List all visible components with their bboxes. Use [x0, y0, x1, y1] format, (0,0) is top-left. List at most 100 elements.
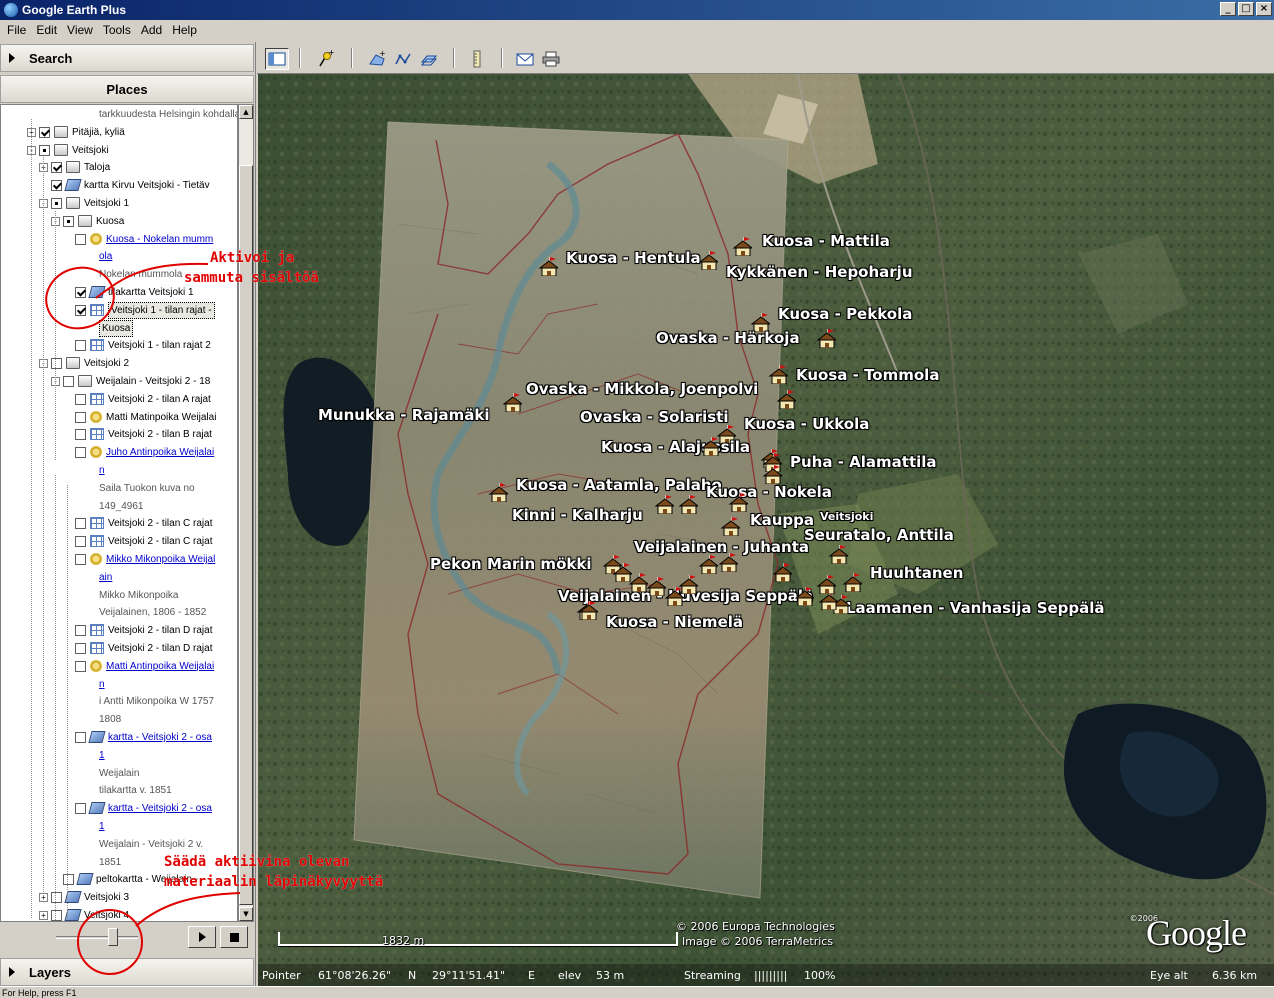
- tree-row[interactable]: kartta - Veitsjoki 2 - osa: [63, 800, 212, 817]
- tree-item-label[interactable]: Juho Antinpoika Weijalai: [106, 444, 214, 459]
- placemark-label[interactable]: Ovaska - Härkoja: [656, 329, 800, 347]
- tree-row[interactable]: Weijalain: [99, 765, 139, 782]
- house-placemark-icon[interactable]: [698, 554, 718, 574]
- tree-item-label[interactable]: Veitsjoki 3: [84, 889, 129, 904]
- visibility-checkbox[interactable]: [75, 803, 86, 815]
- placemark-label[interactable]: Kuosa - Nokela: [706, 483, 832, 501]
- close-button[interactable]: ×: [1256, 2, 1272, 16]
- visibility-checkbox[interactable]: [75, 554, 86, 565]
- house-placemark-icon[interactable]: [578, 600, 598, 620]
- add-placemark-button[interactable]: +: [313, 48, 337, 70]
- tree-item-label[interactable]: Pitäjiä, kyliä: [72, 124, 125, 139]
- tree-row[interactable]: 1: [99, 818, 105, 835]
- placemark-label[interactable]: Kuosa - Niemelä: [606, 613, 743, 631]
- house-placemark-icon[interactable]: [678, 574, 698, 594]
- visibility-checkbox[interactable]: [63, 874, 74, 886]
- tree-row[interactable]: i Antti Mikonpoika W 1757: [99, 693, 214, 710]
- menu-edit[interactable]: Edit: [31, 23, 62, 37]
- tree-row[interactable]: -Veitsjoki 1: [39, 195, 129, 212]
- placemark-label[interactable]: Seuratalo, Anttila: [804, 526, 954, 544]
- maximize-button[interactable]: □: [1238, 2, 1254, 16]
- tree-row[interactable]: tilakartta Veitsjoki 1: [63, 284, 194, 301]
- tree-row[interactable]: Mikko Mikonpoika Weijal: [63, 551, 215, 568]
- visibility-checkbox[interactable]: [51, 358, 62, 370]
- tree-row[interactable]: -Veitsjoki 2: [39, 355, 129, 372]
- places-panel-header[interactable]: Places: [0, 75, 254, 103]
- scroll-down-button[interactable]: ▼: [239, 907, 253, 921]
- placemark-label[interactable]: Puha - Alamattila: [790, 453, 937, 471]
- house-placemark-icon[interactable]: [762, 464, 782, 484]
- visibility-checkbox[interactable]: [75, 429, 86, 441]
- visibility-checkbox[interactable]: [63, 376, 74, 387]
- tree-item-label[interactable]: Matti Antinpoika Weijalai: [106, 658, 214, 673]
- sidebar-toggle-button[interactable]: [265, 48, 289, 70]
- tree-item-label[interactable]: Veitsjoki: [72, 142, 109, 157]
- tree-row[interactable]: Matti Antinpoika Weijalai: [63, 658, 214, 675]
- tree-row[interactable]: Kuosa: [99, 319, 134, 337]
- tree-item-label[interactable]: n: [99, 676, 105, 691]
- tree-item-label[interactable]: Veitsjoki 2: [84, 355, 129, 370]
- tree-item-label[interactable]: Taloja: [84, 159, 110, 174]
- menu-add[interactable]: Add: [136, 23, 167, 37]
- tree-item-label[interactable]: Veitsjoki 1 - tilan rajat -: [108, 301, 215, 319]
- print-button[interactable]: [539, 48, 563, 70]
- tree-row[interactable]: Juho Antinpoika Weijalai: [63, 444, 214, 461]
- tree-item-label[interactable]: Veitsjoki 2 - tilan D rajat: [108, 640, 213, 655]
- visibility-checkbox[interactable]: [51, 180, 62, 192]
- tree-row[interactable]: +Taloja: [39, 159, 110, 176]
- house-placemark-icon[interactable]: [718, 552, 738, 572]
- tree-item-label[interactable]: 1: [99, 818, 105, 833]
- placemark-label[interactable]: Pekon Marin mökki: [430, 555, 591, 573]
- house-placemark-icon[interactable]: [794, 586, 814, 606]
- tree-item-label[interactable]: Kuosa: [96, 213, 124, 228]
- house-placemark-icon[interactable]: [646, 576, 666, 596]
- menu-file[interactable]: File: [2, 23, 31, 37]
- visibility-checkbox[interactable]: [51, 198, 62, 209]
- house-placemark-icon[interactable]: [628, 572, 648, 592]
- tree-item-label[interactable]: ain: [99, 569, 112, 584]
- visibility-checkbox[interactable]: [51, 892, 62, 904]
- email-button[interactable]: [513, 48, 537, 70]
- visibility-checkbox[interactable]: [39, 144, 50, 156]
- placemark-label[interactable]: Kuosa - Mattila: [762, 232, 890, 250]
- add-path-button[interactable]: [391, 48, 415, 70]
- tree-row[interactable]: Weijalain - Veitsjoki 2 v.: [99, 836, 203, 853]
- tree-row[interactable]: -Kuosa: [51, 213, 124, 230]
- placemark-label[interactable]: Kuosa - Hentula: [566, 249, 701, 267]
- house-placemark-icon[interactable]: [678, 494, 698, 514]
- tree-item-label[interactable]: tilakartta Veitsjoki 1: [108, 284, 194, 299]
- tree-row[interactable]: Matti Matinpoika Weijalai: [63, 409, 216, 426]
- tree-row[interactable]: Saila Tuokon kuva no: [99, 480, 195, 497]
- tree-item-label[interactable]: ola: [99, 248, 112, 263]
- tree-item-label[interactable]: 1: [99, 747, 105, 762]
- ruler-button[interactable]: [465, 48, 489, 70]
- menu-tools[interactable]: Tools: [98, 23, 136, 37]
- tree-row[interactable]: tarkkuudesta Helsingin kohdalla.: [99, 106, 237, 123]
- places-scrollbar[interactable]: ▲ ▼: [238, 104, 254, 922]
- tree-item-label[interactable]: Veitsjoki 2 - tilan A rajat: [108, 391, 211, 406]
- house-placemark-icon[interactable]: [538, 256, 558, 276]
- stop-tour-button[interactable]: [220, 926, 248, 948]
- tree-row[interactable]: tilakartta v. 1851: [99, 782, 172, 799]
- house-placemark-icon[interactable]: [828, 544, 848, 564]
- tree-row[interactable]: Veitsjoki 2 - tilan B rajat: [63, 426, 212, 443]
- tree-row[interactable]: 149_4961: [99, 498, 144, 515]
- opacity-slider-thumb[interactable]: [108, 928, 119, 946]
- house-placemark-icon[interactable]: [502, 392, 522, 412]
- tree-item-label[interactable]: Veitsjoki 4: [84, 907, 129, 921]
- tree-item-label[interactable]: Veitsjoki 2 - tilan C rajat: [108, 533, 213, 548]
- tree-item-label[interactable]: Matti Matinpoika Weijalai: [106, 409, 216, 424]
- placemark-label[interactable]: Kuosa - Ukkola: [744, 415, 869, 433]
- search-panel-header[interactable]: Search: [0, 44, 254, 72]
- house-placemark-icon[interactable]: [842, 572, 862, 592]
- placemark-label[interactable]: Laamanen - Vanhasija Seppälä: [846, 599, 1105, 617]
- menu-view[interactable]: View: [62, 23, 98, 37]
- placemark-label[interactable]: Ovaska - Mikkola, Joenpolvi: [526, 380, 758, 398]
- earth-3d-view[interactable]: Kuosa - Mattila Kuosa - Hentula Kykkänen -…: [258, 74, 1274, 986]
- tree-row[interactable]: Veitsjoki 2 - tilan D rajat: [63, 622, 213, 639]
- placemark-label[interactable]: Huuhtanen: [870, 564, 963, 582]
- tree-row[interactable]: + Veitsjoki 3: [39, 889, 129, 906]
- tree-row[interactable]: 1851: [99, 854, 121, 871]
- visibility-checkbox[interactable]: [75, 732, 86, 743]
- visibility-checkbox[interactable]: [75, 447, 86, 459]
